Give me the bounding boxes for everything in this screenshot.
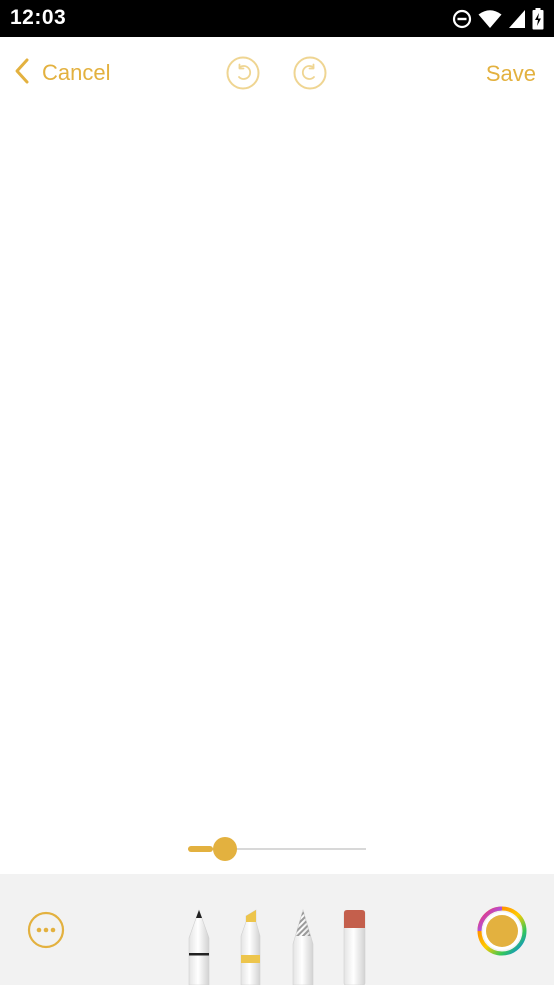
eraser-tool[interactable] bbox=[341, 908, 367, 985]
battery-charging-icon bbox=[532, 8, 544, 30]
color-wheel-icon bbox=[477, 906, 527, 960]
pencil-icon bbox=[290, 908, 316, 985]
save-button[interactable]: Save bbox=[486, 61, 536, 87]
cell-signal-icon bbox=[508, 9, 526, 29]
wifi-icon bbox=[478, 9, 502, 29]
undo-icon bbox=[226, 56, 260, 94]
drawing-canvas[interactable] bbox=[0, 109, 554, 824]
cancel-button[interactable]: Cancel bbox=[14, 57, 110, 89]
marker-tool[interactable] bbox=[238, 908, 264, 985]
marker-icon bbox=[238, 909, 264, 985]
undo-button[interactable] bbox=[226, 56, 260, 90]
more-options-icon bbox=[27, 911, 65, 953]
redo-button[interactable] bbox=[293, 56, 327, 90]
status-bar: 12:03 bbox=[0, 0, 554, 37]
more-options-button[interactable] bbox=[27, 911, 65, 949]
eraser-icon bbox=[341, 910, 367, 985]
status-time: 12:03 bbox=[10, 6, 67, 29]
drawing-toolbar: Cancel Save bbox=[0, 37, 554, 109]
chevron-left-icon bbox=[14, 57, 30, 90]
slider-thumb[interactable] bbox=[213, 837, 237, 861]
slider-fill bbox=[188, 846, 213, 852]
status-icons bbox=[452, 7, 544, 31]
pen-tool[interactable] bbox=[187, 908, 211, 985]
color-picker-button[interactable] bbox=[477, 906, 527, 956]
pencil-tool[interactable] bbox=[290, 908, 316, 985]
pen-icon bbox=[187, 909, 211, 985]
tool-tray bbox=[0, 874, 554, 985]
cancel-label: Cancel bbox=[42, 60, 111, 85]
do-not-disturb-icon bbox=[452, 9, 472, 29]
drawing-screen: 12:03 Cancel Save bbox=[0, 0, 554, 985]
stroke-width-slider[interactable] bbox=[188, 836, 366, 864]
redo-icon bbox=[293, 56, 327, 94]
